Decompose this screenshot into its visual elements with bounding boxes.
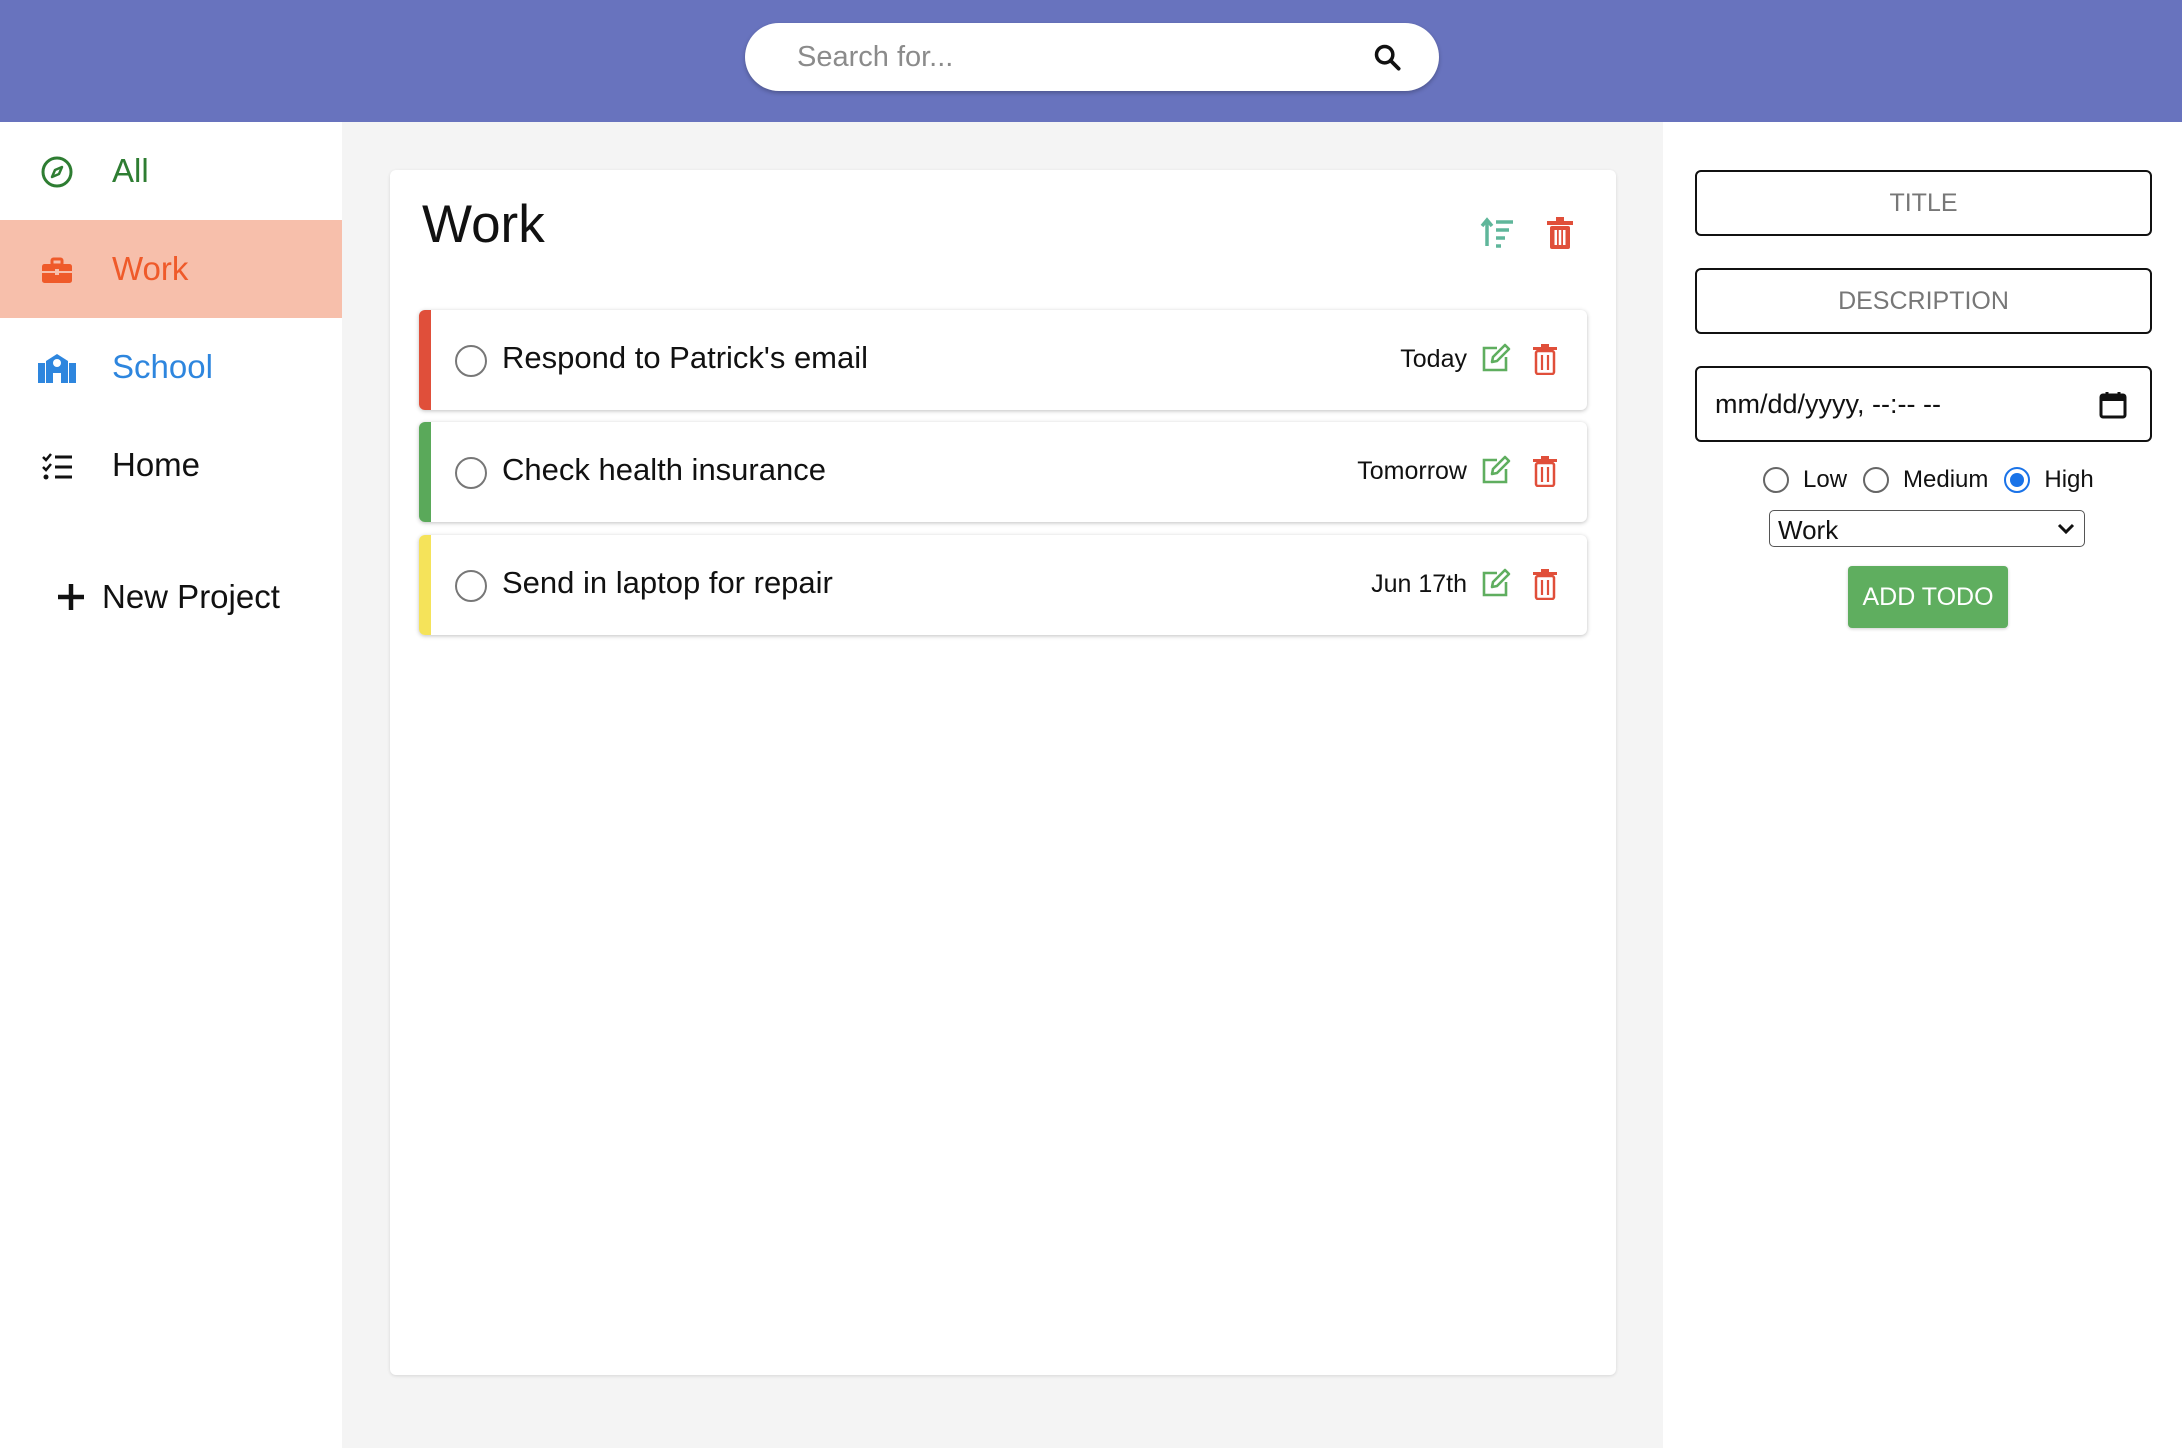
project-title: Work [422, 195, 545, 254]
main-area: Work Respond to Patrick's email Today Ch… [342, 122, 1663, 1448]
sort-icon[interactable] [1480, 216, 1514, 250]
todo-date: Today [1400, 345, 1467, 373]
project-select-value: Work [1778, 515, 1839, 545]
datetime-input[interactable]: mm/dd/yyyy, --:-- -- [1695, 366, 2152, 442]
complete-checkbox[interactable] [455, 345, 487, 377]
sidebar: All Work School Home New Project [0, 122, 342, 1448]
calendar-icon[interactable] [2098, 390, 2128, 420]
priority-bar [419, 535, 431, 635]
new-project-label: New Project [102, 578, 280, 615]
edit-icon[interactable] [1479, 455, 1511, 487]
todo-text: Send in laptop for repair [502, 565, 833, 600]
datetime-value: mm/dd/yyyy, --:-- -- [1715, 389, 1941, 419]
trash-icon[interactable] [1532, 455, 1558, 487]
priority-label-high: High [2044, 466, 2094, 493]
trash-icon[interactable] [1532, 568, 1558, 600]
priority-radio-group: Low Medium High [1763, 460, 2110, 500]
todo-item: Check health insurance Tomorrow [419, 422, 1587, 522]
sidebar-item-label: All [112, 152, 149, 189]
todo-item: Send in laptop for repair Jun 17th [419, 535, 1587, 635]
sidebar-item-label: School [112, 348, 213, 385]
add-todo-button[interactable]: ADD TODO [1848, 566, 2008, 628]
priority-bar [419, 310, 431, 410]
priority-label-low: Low [1803, 466, 1848, 493]
sidebar-item-label: Home [112, 446, 201, 483]
complete-checkbox[interactable] [455, 570, 487, 602]
todo-date: Tomorrow [1357, 457, 1467, 485]
title-input[interactable] [1697, 172, 2150, 234]
sidebar-item-all[interactable]: All [0, 122, 342, 220]
project-card: Work Respond to Patrick's email Today Ch… [390, 170, 1616, 1375]
todo-text: Respond to Patrick's email [502, 340, 869, 375]
edit-icon[interactable] [1479, 568, 1511, 600]
priority-bar [419, 422, 431, 522]
sidebar-item-home[interactable]: Home [0, 416, 342, 514]
trash-icon[interactable] [1532, 343, 1558, 375]
sidebar-item-work[interactable]: Work [0, 220, 342, 318]
plus-icon [58, 584, 84, 610]
chevron-down-icon [2057, 523, 2075, 535]
todo-text: Check health insurance [502, 452, 826, 487]
priority-radio-low[interactable] [1763, 467, 1789, 493]
edit-icon[interactable] [1479, 343, 1511, 375]
new-project-button[interactable]: New Project [56, 572, 280, 622]
search-input[interactable] [797, 23, 1357, 91]
add-todo-form: mm/dd/yyyy, --:-- -- Low Medium High Wor… [1663, 122, 2182, 1448]
school-icon [38, 354, 76, 383]
trash-icon[interactable] [1546, 216, 1574, 250]
todo-date: Jun 17th [1371, 570, 1467, 598]
title-field [1695, 170, 2152, 236]
search-bar [745, 23, 1439, 91]
todo-item: Respond to Patrick's email Today [419, 310, 1587, 410]
top-header [0, 0, 2182, 122]
complete-checkbox[interactable] [455, 457, 487, 489]
description-field [1695, 268, 2152, 334]
sidebar-item-label: Work [112, 250, 189, 287]
description-input[interactable] [1697, 270, 2150, 332]
project-select[interactable]: Work [1769, 510, 2085, 547]
priority-radio-high[interactable] [2004, 467, 2031, 493]
compass-icon [41, 156, 73, 188]
priority-label-medium: Medium [1903, 466, 1989, 493]
search-icon[interactable] [1373, 43, 1401, 71]
briefcase-icon [42, 257, 72, 283]
checklist-icon [42, 453, 72, 480]
sidebar-item-school[interactable]: School [0, 318, 342, 416]
priority-radio-medium[interactable] [1863, 467, 1890, 493]
